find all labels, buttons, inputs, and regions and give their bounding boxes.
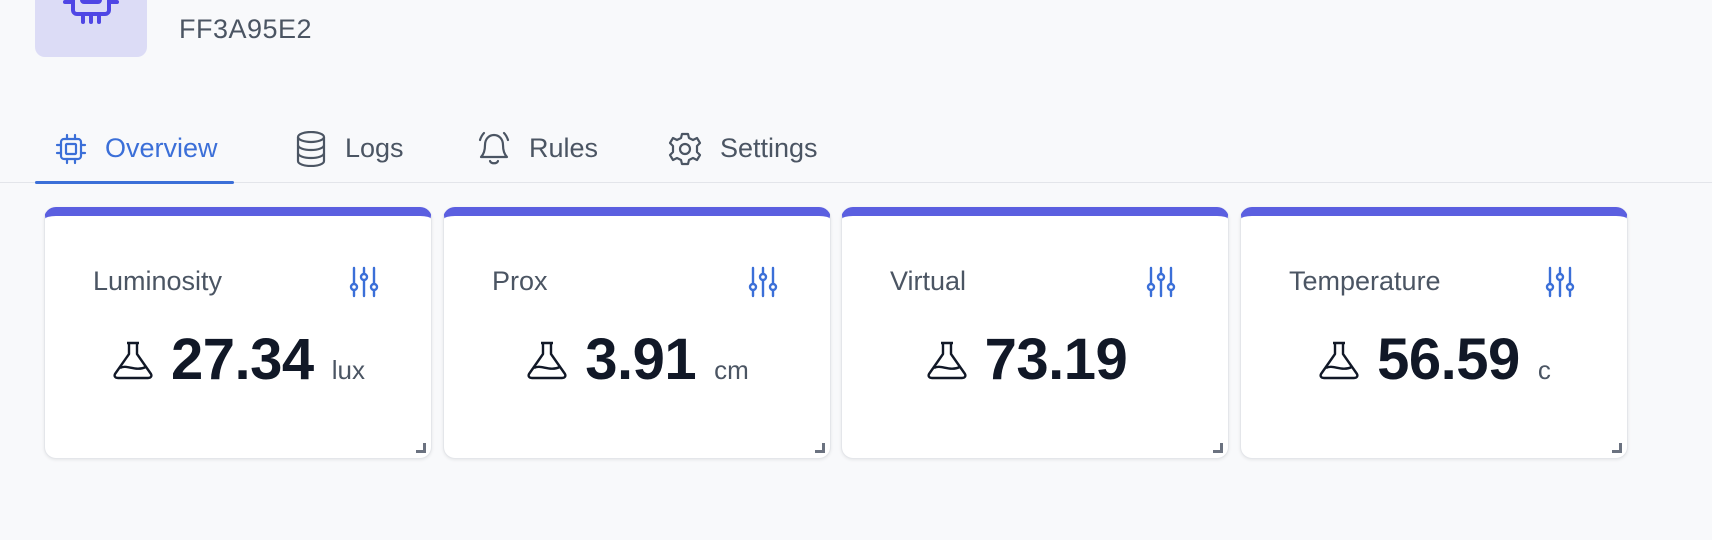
card-reading: 27.34 lux bbox=[45, 326, 431, 393]
card-value: 27.34 bbox=[171, 327, 314, 392]
device-id: FF3A95E2 bbox=[179, 14, 313, 44]
sensor-card-virtual: Virtual 73.19 bbox=[841, 207, 1229, 459]
cpu-icon bbox=[63, 0, 119, 24]
card-value: 3.91 bbox=[585, 327, 697, 392]
sliders-icon[interactable] bbox=[748, 266, 778, 298]
tab-logs-label: Logs bbox=[345, 133, 404, 163]
device-icon-box bbox=[35, 0, 147, 57]
card-reading: 3.91 cm bbox=[444, 326, 830, 393]
resize-handle-icon[interactable] bbox=[815, 443, 825, 453]
sensor-card-temperature: Temperature 56.59 c bbox=[1240, 207, 1628, 459]
gear-icon bbox=[668, 132, 702, 165]
tab-settings[interactable]: Settings bbox=[668, 115, 818, 182]
card-label: Virtual bbox=[890, 266, 967, 296]
database-icon bbox=[296, 130, 326, 167]
resize-handle-icon[interactable] bbox=[1612, 443, 1622, 453]
cpu-icon bbox=[55, 133, 87, 164]
sensor-card-luminosity: Luminosity 27.34 lux bbox=[44, 207, 432, 459]
tab-settings-label: Settings bbox=[720, 133, 818, 163]
card-unit: lux bbox=[331, 355, 365, 385]
flask-icon bbox=[113, 341, 153, 379]
flask-icon bbox=[927, 341, 967, 379]
card-value: 73.19 bbox=[984, 327, 1128, 392]
card-reading: 56.59 c bbox=[1241, 326, 1627, 393]
resize-handle-icon[interactable] bbox=[416, 443, 426, 453]
card-unit: c bbox=[1537, 355, 1551, 385]
card-reading: 73.19 bbox=[842, 326, 1228, 393]
tab-rules-label: Rules bbox=[529, 133, 599, 163]
card-unit: cm bbox=[714, 355, 749, 385]
tab-overview[interactable]: Overview bbox=[35, 115, 234, 184]
tab-logs[interactable]: Logs bbox=[295, 115, 404, 182]
card-label: Luminosity bbox=[93, 266, 223, 296]
flask-icon bbox=[527, 341, 567, 379]
card-label: Prox bbox=[492, 266, 548, 296]
sliders-icon[interactable] bbox=[1545, 266, 1575, 298]
sensor-card-prox: Prox 3.91 cm bbox=[443, 207, 831, 459]
resize-handle-icon[interactable] bbox=[1213, 443, 1223, 453]
tab-overview-label: Overview bbox=[105, 133, 218, 163]
flask-icon bbox=[1319, 341, 1359, 379]
card-label: Temperature bbox=[1289, 266, 1441, 296]
bell-icon bbox=[478, 131, 510, 164]
sliders-icon[interactable] bbox=[349, 266, 379, 298]
sliders-icon[interactable] bbox=[1146, 266, 1176, 298]
tab-rules[interactable]: Rules bbox=[477, 115, 598, 182]
tab-bar: Overview Logs Rules Settings bbox=[0, 115, 1712, 184]
card-value: 56.59 bbox=[1377, 327, 1520, 392]
